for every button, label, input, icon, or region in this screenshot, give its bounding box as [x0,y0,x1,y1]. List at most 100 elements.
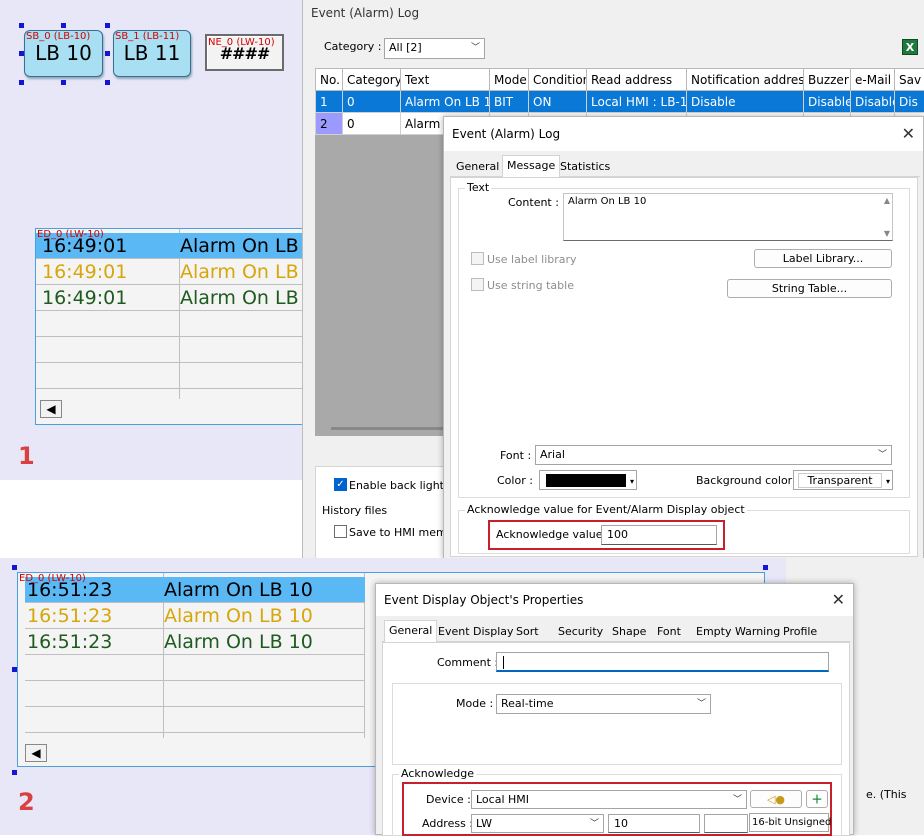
left-arrow-icon[interactable]: ◀ [40,400,62,418]
add-icon: ＋ [812,793,823,806]
column-header[interactable]: Sav [895,69,924,91]
table-row[interactable]: 1 0 Alarm On LB 10 BIT ON Local HMI : LB… [316,91,924,113]
panel1-number: 1 [18,442,35,470]
event-time: 16:51:23 [27,603,112,629]
event-row[interactable]: 16:49:01Alarm On LB [36,285,305,311]
content-textarea[interactable]: Alarm On LB 10 ▲ ▼ [563,193,893,241]
selection-handle[interactable] [12,770,17,775]
close-icon[interactable]: ✕ [832,584,845,616]
empty-row [36,311,305,337]
event-row[interactable]: 16:51:23 Alarm On LB 10 [25,629,365,655]
color-picker[interactable]: ▾ [539,470,637,490]
tab-general[interactable]: General [384,620,437,643]
device-select[interactable]: Local HMI﹀ [471,790,747,809]
ack-label: Acknowledge value : [496,528,610,541]
address-extra-input[interactable] [704,814,748,833]
event-text: Alarm On LB 10 [164,629,313,655]
left-arrow-icon[interactable]: ◀ [25,744,47,762]
save-hmi-checkbox[interactable] [334,525,347,538]
add-device-button[interactable]: ＋ [806,790,828,808]
table-cell: ON [529,91,587,113]
selection-handle[interactable] [19,51,24,56]
column-header[interactable]: Text [401,69,490,91]
selection-handle[interactable] [105,51,110,56]
message-panel: Text Content : Alarm On LB 10 ▲ ▼ Use la… [450,177,918,557]
address-label: Address : [422,817,473,830]
selection-handle[interactable] [105,80,110,85]
column-header[interactable]: Read address [587,69,687,91]
tab-message[interactable]: Message [502,155,560,178]
ack-value-input[interactable]: 100 [601,525,717,545]
history-files-label: History files [322,504,387,517]
table-cell: Disable [687,91,804,113]
font-select[interactable]: Arial﹀ [535,445,892,465]
color-label: Color : [497,474,533,487]
tab-general[interactable]: General [452,157,503,177]
bgcolor-value: Transparent [798,473,882,488]
comment-label: Comment : [437,656,498,669]
table-cell: Local HMI : LB-10 [587,91,687,113]
color-swatch [546,474,626,487]
tab-statistics[interactable]: Statistics [556,157,614,177]
selection-handle[interactable] [19,23,24,28]
column-header[interactable]: Buzzer [804,69,851,91]
category-label: Category : [324,40,381,53]
selection-handle[interactable] [12,667,17,672]
label-library-label: Use label library [487,253,577,266]
address-value-input[interactable]: 10 [608,814,700,833]
excel-icon[interactable]: X [902,39,918,55]
column-header[interactable]: Category [343,69,401,91]
message-dialog-title: Event (Alarm) Log [444,117,923,151]
address-format: 16-bit Unsigned [749,813,829,832]
table-cell: Disable [851,91,895,113]
event-display-1-tag: ED_0 (LW-10) [37,230,104,240]
event-text: Alarm On LB [180,259,299,285]
table-cell: Dis [895,91,924,113]
selection-handle[interactable] [19,80,24,85]
column-header[interactable]: Mode [490,69,529,91]
tab-empty-warning[interactable]: Empty Warning [692,622,784,642]
string-table-checkbox[interactable] [471,278,484,291]
tab-font[interactable]: Font [653,622,685,642]
horizontal-scrollbar[interactable] [331,427,443,430]
comment-input[interactable] [496,652,829,672]
column-header[interactable]: Notification address [687,69,804,91]
mode-select[interactable]: Real-time﹀ [496,694,711,714]
event-display-1[interactable]: 16:49:01Alarm On LB 16:49:01Alarm On LB … [35,228,305,425]
message-tabs: General Message Statistics [450,155,920,177]
event-row[interactable]: 16:51:23 Alarm On LB 10 [25,603,365,629]
tab-sort[interactable]: Sort [512,622,543,642]
event-time: 16:51:23 [27,629,112,655]
scroll-down-icon[interactable]: ▼ [884,229,890,238]
string-table-button[interactable]: String Table... [727,279,892,298]
tab-event-display[interactable]: Event Display [434,622,518,642]
scroll-up-icon[interactable]: ▲ [884,196,890,205]
category-select[interactable]: All [2]﹀ [384,38,485,59]
event-text: Alarm On LB [180,233,299,259]
label-library-button[interactable]: Label Library... [754,249,892,268]
selection-handle[interactable] [61,23,66,28]
empty-row [25,681,365,707]
selection-handle[interactable] [12,565,17,570]
selection-handle[interactable] [105,23,110,28]
column-header[interactable]: No. [316,69,343,91]
column-header[interactable]: Condition [529,69,587,91]
tab-profile[interactable]: Profile [779,622,821,642]
backlight-checkbox[interactable]: ✓ [334,478,347,491]
close-icon[interactable]: ✕ [902,117,915,151]
device-settings-button[interactable]: ◁● [750,790,802,808]
tab-shape[interactable]: Shape [608,622,650,642]
empty-row [25,655,365,681]
event-text: Alarm On LB 10 [164,603,313,629]
address-type-select[interactable]: LW﹀ [471,814,604,833]
table-cell: Disable [804,91,851,113]
text-cursor [503,656,504,669]
bgcolor-picker[interactable]: Transparent ▾ [793,470,893,490]
table-cell: BIT [490,91,529,113]
selection-handle[interactable] [763,565,768,570]
label-library-checkbox[interactable] [471,252,484,265]
selection-handle[interactable] [61,80,66,85]
column-header[interactable]: e-Mail [851,69,895,91]
event-row[interactable]: 16:49:01Alarm On LB [36,259,305,285]
tab-security[interactable]: Security [554,622,607,642]
